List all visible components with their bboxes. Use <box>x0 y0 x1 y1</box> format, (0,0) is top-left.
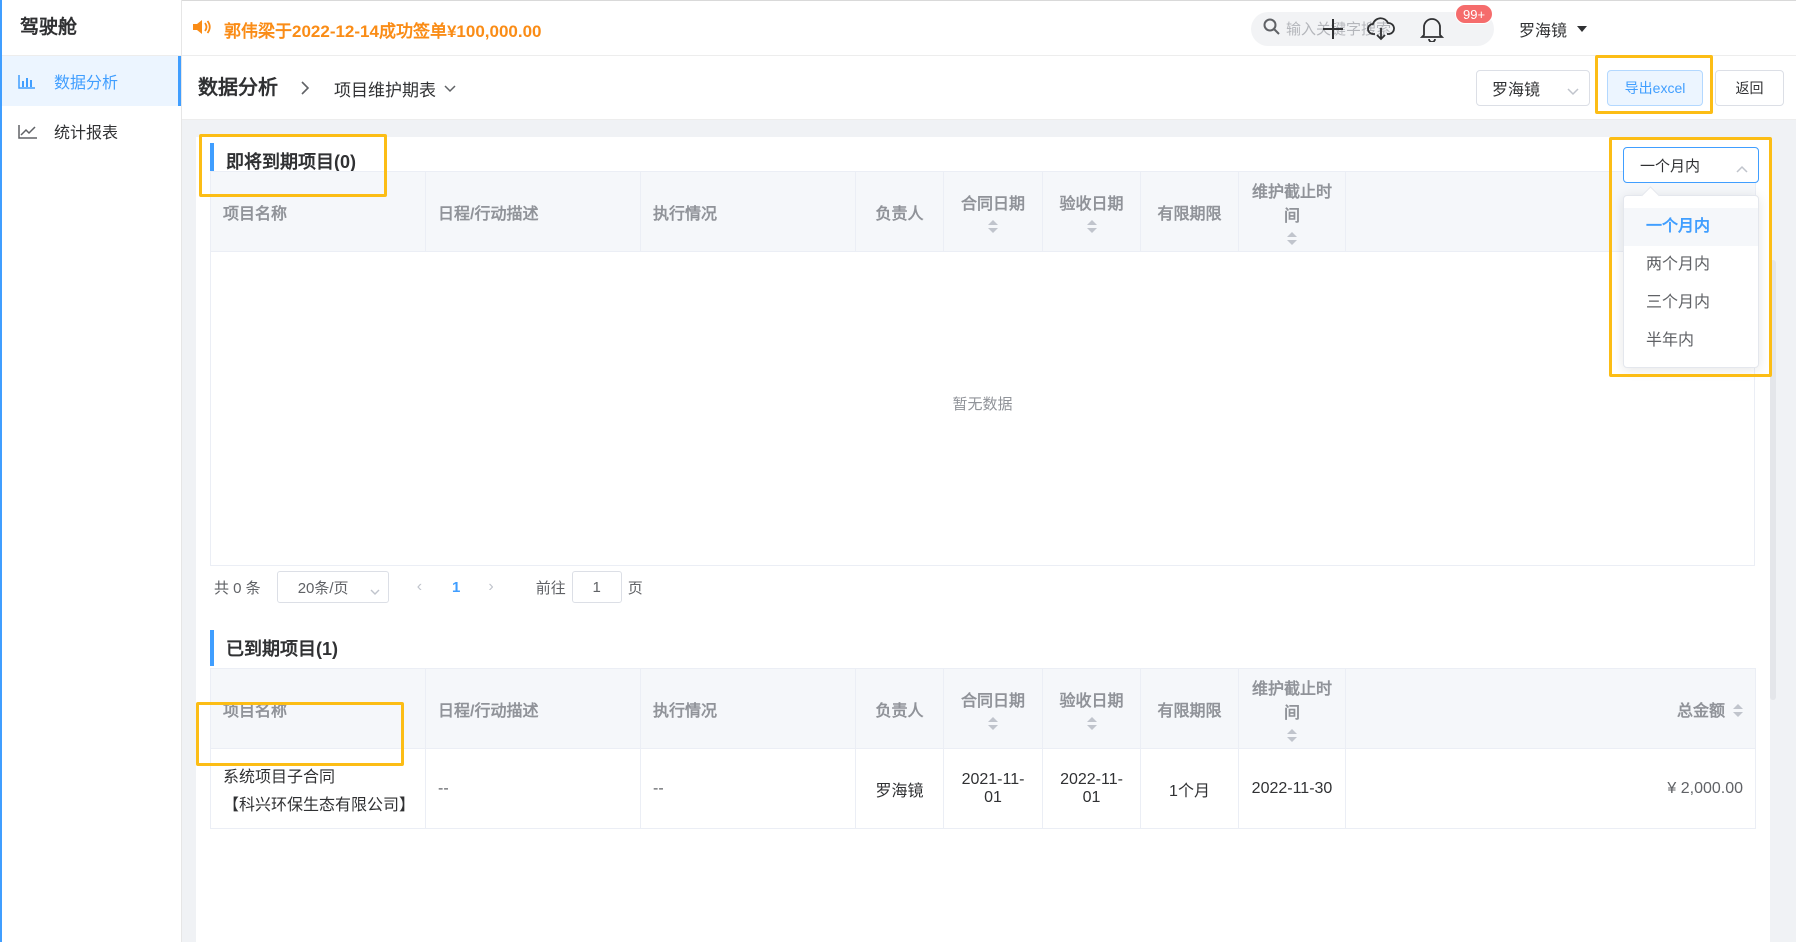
next-page-icon[interactable]: › <box>488 578 493 596</box>
report-switcher[interactable]: 项目维护期表 <box>334 56 456 120</box>
scrollbar[interactable] <box>1770 260 1776 700</box>
chevron-right-icon <box>300 80 310 101</box>
col-header-label: 验收日期 <box>1059 195 1124 213</box>
add-icon[interactable] <box>1318 14 1348 44</box>
user-name: 罗海镜 <box>1519 23 1568 40</box>
col-header: 执行情况 <box>640 171 856 252</box>
col-header: 执行情况 <box>640 668 856 749</box>
user-select-value: 罗海镜 <box>1492 82 1541 99</box>
period-select[interactable]: 一个月内 <box>1623 147 1759 183</box>
cell-owner: 罗海镜 <box>855 748 944 829</box>
notice-text: 郭伟梁于2022-12-14成功签单¥100,000.00 <box>224 21 542 41</box>
page-size-value: 20条/页 <box>297 579 349 597</box>
bell-icon[interactable] <box>1417 14 1447 44</box>
period-dropdown: 一个月内 两个月内 三个月内 半年内 <box>1623 195 1759 368</box>
export-excel-button[interactable]: 导出excel <box>1607 70 1703 106</box>
col-header: 有限期限 <box>1140 171 1239 252</box>
col-header-sortable[interactable]: 合同日期 <box>943 668 1043 749</box>
col-header: 负责人 <box>855 668 944 749</box>
sidebar: 驾驶舱 数据分析 统计报表 <box>0 0 182 942</box>
table-row[interactable]: 系统项目子合同 【科兴环保生态有限公司】 -- -- 罗海镜 2021-11-0… <box>210 748 1756 829</box>
cloud-download-icon[interactable] <box>1366 14 1396 44</box>
back-button[interactable]: 返回 <box>1715 70 1784 106</box>
goto-unit: 页 <box>627 579 643 597</box>
cell-accept-date: 2022-11-01 <box>1042 748 1141 829</box>
line-chart-icon <box>18 123 40 139</box>
main-card: 即将到期项目(0) 项目名称 日程/行动描述 执行情况 负责人 合同日期 验收日… <box>196 137 1770 942</box>
sidebar-item-label: 数据分析 <box>54 75 119 92</box>
cell-project-name: 系统项目子合同 【科兴环保生态有限公司】 <box>210 748 426 829</box>
col-header-sortable[interactable]: 维护截止时间 <box>1238 668 1346 749</box>
cell-desc: -- <box>425 748 641 829</box>
col-header-label: 总金额 <box>1676 702 1725 720</box>
speaker-icon <box>192 18 212 41</box>
expired-table: 项目名称 日程/行动描述 执行情况 负责人 合同日期 验收日期 有限期限 维护截… <box>210 668 1756 829</box>
col-header-sortable[interactable]: 验收日期 <box>1042 171 1141 252</box>
sort-icon[interactable] <box>1086 716 1097 731</box>
col-header: 负责人 <box>855 171 944 252</box>
chevron-down-icon <box>444 78 456 98</box>
col-header-sortable[interactable]: 维护截止时间 <box>1238 171 1346 252</box>
top-header: 郭伟梁于2022-12-14成功签单¥100,000.00 99+ 罗海镜 <box>182 0 1796 56</box>
sort-icon[interactable] <box>988 716 998 731</box>
cell-contract-date: 2021-11-01 <box>943 748 1043 829</box>
period-select-value: 一个月内 <box>1640 157 1701 175</box>
col-header-label: 维护截止时间 <box>1251 680 1332 722</box>
col-header-label: 验收日期 <box>1059 692 1124 710</box>
col-header-label: 合同日期 <box>960 692 1025 710</box>
cell-period: 1个月 <box>1140 748 1239 829</box>
cell-status: -- <box>640 748 856 829</box>
page-number[interactable]: 1 <box>452 579 460 596</box>
sidebar-item-stat-report[interactable]: 统计报表 <box>2 106 181 156</box>
period-option[interactable]: 一个月内 <box>1624 208 1758 246</box>
notification-badge: 99+ <box>1455 4 1494 24</box>
goto-page-input[interactable] <box>571 571 622 603</box>
page-size-select[interactable]: 20条/页 <box>276 571 389 603</box>
col-header: 日程/行动描述 <box>425 668 641 749</box>
chevron-up-icon <box>1736 160 1748 177</box>
upcoming-table: 项目名称 日程/行动描述 执行情况 负责人 合同日期 验收日期 有限期限 维护截… <box>210 171 1756 252</box>
pagination-total: 共 0 条 <box>214 579 261 597</box>
col-header-label: 维护截止时间 <box>1251 183 1332 225</box>
period-option[interactable]: 三个月内 <box>1624 284 1758 322</box>
col-header: 项目名称 <box>210 668 426 749</box>
period-option[interactable]: 两个月内 <box>1624 246 1758 284</box>
col-header-sortable[interactable]: 总金额 <box>1345 668 1756 749</box>
sort-icon[interactable] <box>1287 728 1297 743</box>
sidebar-item-label: 统计报表 <box>54 125 119 142</box>
user-menu[interactable]: 罗海镜 <box>1519 1 1588 57</box>
chevron-down-icon <box>1567 83 1579 101</box>
report-name: 项目维护期表 <box>334 80 436 100</box>
col-header-sortable[interactable]: 合同日期 <box>943 171 1043 252</box>
user-select[interactable]: 罗海镜 <box>1476 70 1590 106</box>
sort-icon[interactable] <box>1086 219 1097 234</box>
page-title: 数据分析 <box>198 77 278 99</box>
sidebar-item-data-analysis[interactable]: 数据分析 <box>2 56 181 106</box>
cell-deadline: 2022-11-30 <box>1238 748 1346 829</box>
search-icon <box>1263 18 1280 40</box>
sort-icon[interactable] <box>1733 704 1743 718</box>
period-option[interactable]: 半年内 <box>1624 322 1758 360</box>
breadcrumb: 数据分析 项目维护期表 罗海镜 导出excel 返回 <box>182 56 1796 120</box>
caret-down-icon <box>1577 26 1588 32</box>
pagination: 共 0 条 20条/页 ‹ 1 › 前往 页 <box>214 570 643 604</box>
notice-ticker[interactable]: 郭伟梁于2022-12-14成功签单¥100,000.00 <box>192 1 542 57</box>
project-company: 【科兴环保生态有限公司】 <box>223 796 416 814</box>
col-header: 有限期限 <box>1140 668 1239 749</box>
goto-label: 前往 <box>535 579 566 597</box>
chevron-down-icon <box>370 583 380 600</box>
cell-amount: ¥ 2,000.00 <box>1345 748 1756 829</box>
empty-placeholder: 暂无数据 <box>210 241 1755 566</box>
col-header: 项目名称 <box>210 171 426 252</box>
sort-icon[interactable] <box>988 219 998 234</box>
bar-chart-icon <box>18 73 40 89</box>
col-header-sortable[interactable]: 验收日期 <box>1042 668 1141 749</box>
col-header: 日程/行动描述 <box>425 171 641 252</box>
brand-title: 驾驶舱 <box>2 0 181 56</box>
project-name: 系统项目子合同 <box>223 768 336 786</box>
prev-page-icon[interactable]: ‹ <box>417 578 422 596</box>
col-header-label: 合同日期 <box>960 195 1025 213</box>
expired-section-title: 已到期项目(1) <box>210 630 338 666</box>
